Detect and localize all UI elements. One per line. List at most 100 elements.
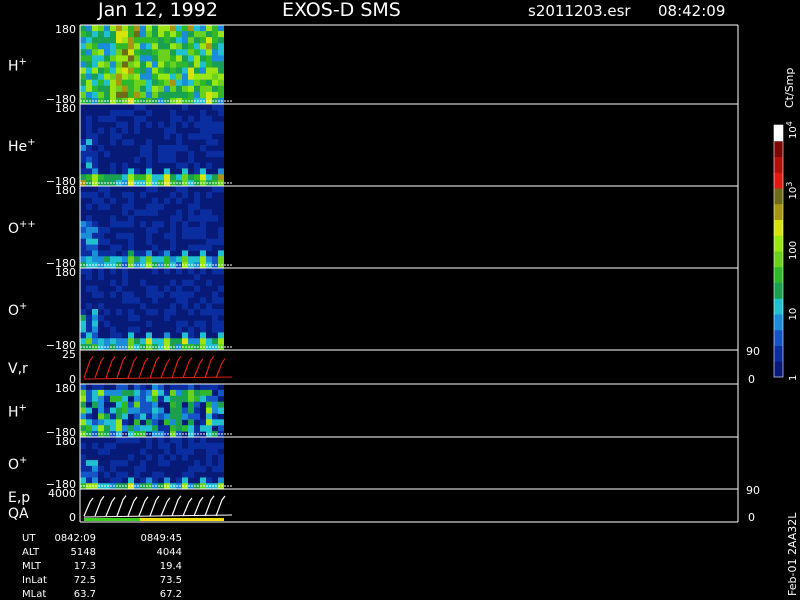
heatmap-cell (128, 174, 134, 181)
heatmap-cell (218, 285, 224, 292)
heatmap-cell (218, 61, 224, 69)
heatmap-cell (206, 79, 212, 87)
heatmap-cell (164, 477, 170, 484)
heatmap-cell (188, 232, 194, 240)
heatmap-cell (176, 326, 182, 333)
heatmap-cell (110, 25, 116, 32)
heatmap-cell (146, 238, 152, 246)
heatmap-cell (200, 85, 206, 93)
heatmap-cell (176, 25, 182, 32)
heatmap-cell (116, 73, 122, 81)
heatmap-cell (134, 314, 140, 322)
heatmap-cell (110, 425, 116, 432)
heatmap-cell (170, 232, 176, 240)
heatmap-cell (146, 55, 152, 62)
heatmap-cell (182, 61, 188, 69)
heatmap-cell (164, 25, 170, 32)
heatmap-cell (140, 460, 146, 467)
heatmap-cell (158, 338, 164, 345)
heatmap-cell (218, 320, 224, 328)
heatmap-cell (218, 104, 224, 111)
series-line (83, 495, 226, 517)
heatmap-cell (200, 109, 206, 117)
colorbar-tick: 104 (785, 121, 799, 139)
heatmap-cell (158, 460, 164, 467)
heatmap-cell (164, 419, 170, 426)
heatmap-cell (212, 174, 218, 181)
heatmap-cell (110, 109, 116, 117)
heatmap-cell (80, 460, 86, 467)
heatmap-cell (80, 407, 86, 414)
heatmap-cell (116, 401, 122, 409)
heatmap-cell (110, 326, 116, 333)
heatmap-cell (134, 338, 140, 345)
orbit-value-1: 72.5 (74, 575, 96, 586)
heatmap-cell (146, 67, 152, 75)
heatmap-cell (170, 407, 176, 414)
heatmap-cell (116, 256, 122, 263)
heatmap-cell (110, 413, 116, 420)
heatmap-cell (176, 425, 182, 432)
heatmap-cell (92, 168, 98, 175)
heatmap-cell (92, 238, 98, 246)
heatmap-cell (188, 227, 194, 234)
heatmap-cell (194, 25, 200, 32)
heatmap-cell (80, 191, 86, 199)
heatmap-cell (152, 395, 158, 403)
heatmap-cell (170, 150, 176, 158)
heatmap-cell (122, 279, 128, 287)
heatmap-cell (206, 115, 212, 123)
heatmap-cell (182, 384, 188, 391)
heatmap-cell (182, 121, 188, 128)
heatmap-cell (194, 31, 200, 38)
heatmap-cell (86, 73, 92, 81)
heatmap-cell (146, 437, 152, 444)
heatmap-cell (200, 127, 206, 134)
heatmap-cell (182, 297, 188, 304)
heatmap-cell (176, 384, 182, 391)
heatmap-cell (80, 314, 86, 322)
heatmap-cell (104, 31, 110, 38)
heatmap-cell (134, 127, 140, 134)
heatmap-cell (140, 448, 146, 455)
heatmap-cell (218, 121, 224, 128)
heatmap-cell (170, 227, 176, 234)
heatmap-cell (170, 244, 176, 251)
heatmap-cell (128, 232, 134, 240)
heatmap-cell (116, 61, 122, 69)
heatmap-cell (80, 442, 86, 450)
heatmap-cell (218, 186, 224, 193)
heatmap-cell (98, 91, 104, 99)
heatmap-cell (212, 61, 218, 69)
heatmap-cell (212, 67, 218, 75)
heatmap-cell (200, 477, 206, 484)
heatmap-cell (116, 109, 122, 117)
heatmap-cell (92, 174, 98, 181)
heatmap-cell (152, 407, 158, 414)
heatmap-cell (122, 395, 128, 403)
heatmap-cell (140, 104, 146, 111)
heatmap-cell (80, 168, 86, 175)
heatmap-cell (218, 256, 224, 263)
heatmap-cell (134, 465, 140, 473)
heatmap-cell (176, 145, 182, 152)
heatmap-cell (80, 309, 86, 316)
heatmap-cell (140, 43, 146, 50)
heatmap-cell (146, 338, 152, 345)
heatmap-cell (206, 43, 212, 50)
colorbar-swatch (774, 188, 783, 205)
heatmap-cell (212, 419, 218, 426)
heatmap-cell (206, 419, 212, 426)
heatmap-cell (194, 168, 200, 175)
y-tick-top: 180 (55, 23, 76, 36)
heatmap-cell (212, 49, 218, 56)
heatmap-cell (98, 232, 104, 240)
heatmap-cell (146, 174, 152, 181)
heatmap-cell (140, 250, 146, 257)
heatmap-cell (116, 91, 122, 99)
heatmap-cell (98, 401, 104, 409)
heatmap-cell (110, 73, 116, 81)
heatmap-cell (86, 338, 92, 345)
heatmap-cell (188, 79, 194, 87)
heatmap-cell (194, 73, 200, 81)
